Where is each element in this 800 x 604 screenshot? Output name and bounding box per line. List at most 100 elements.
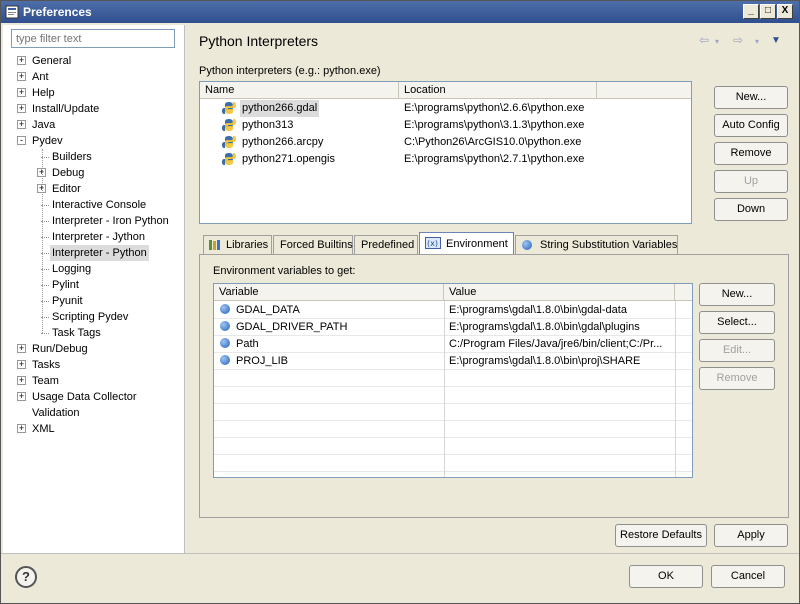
table-row[interactable]: python266.gdal E:\programs\python\2.6.6\p…: [200, 100, 691, 117]
ok-button[interactable]: OK: [629, 565, 703, 588]
tree-item[interactable]: + Tasks: [3, 357, 183, 373]
tab-predefined[interactable]: Predefined: [354, 235, 418, 254]
tree-item[interactable]: + Install/Update: [3, 101, 183, 117]
libraries-icon: [209, 240, 220, 250]
environment-tab-panel: Environment variables to get: Variable V…: [199, 254, 789, 518]
column-header-value[interactable]: Value: [444, 284, 675, 301]
table-row[interactable]: GDAL_DATA E:\programs\gdal\1.8.0\bin\gdal…: [214, 302, 692, 319]
tab-environment[interactable]: (x) Environment: [419, 232, 514, 254]
collapse-icon[interactable]: -: [17, 136, 26, 145]
help-icon[interactable]: ?: [15, 566, 37, 588]
down-button[interactable]: Down: [714, 198, 788, 221]
forward-icon[interactable]: ⇨: [733, 33, 743, 47]
tree-item[interactable]: - Pydev: [3, 133, 183, 149]
tree-item-label: Editor: [52, 183, 81, 195]
tab-predefined-label: Predefined: [361, 239, 415, 251]
tree-item[interactable]: + Help: [3, 85, 183, 101]
tree-item[interactable]: + Ant: [3, 69, 183, 85]
tree-item[interactable]: + XML: [3, 421, 183, 437]
interpreters-table: Name Location python266.gdal E:\programs\…: [199, 81, 692, 224]
expand-icon[interactable]: +: [17, 360, 26, 369]
table-row[interactable]: GDAL_DRIVER_PATH E:\programs\gdal\1.8.0\b…: [214, 319, 692, 336]
expand-icon[interactable]: +: [17, 392, 26, 401]
tree-item-label: Help: [32, 87, 55, 99]
env-variable-value: C:/Program Files/Java/jre6/bin/client;C:…: [449, 338, 663, 350]
column-header-variable[interactable]: Variable: [214, 284, 444, 301]
grid-line: [214, 471, 692, 472]
tree-item-label: Debug: [52, 167, 85, 179]
expand-icon[interactable]: +: [17, 56, 26, 65]
new-interpreter-button[interactable]: New...: [714, 86, 788, 109]
expand-icon[interactable]: +: [17, 344, 26, 353]
expand-icon[interactable]: +: [17, 104, 26, 113]
env-variable-value: E:\programs\gdal\1.8.0\bin\proj\SHARE: [449, 355, 641, 367]
tab-forced-builtins-label: Forced Builtins: [280, 239, 353, 251]
environment-table: Variable Value GDAL_DATA E:\programs\gdal…: [213, 283, 693, 478]
tree-item[interactable]: Pyunit: [3, 293, 183, 309]
expand-icon[interactable]: +: [17, 376, 26, 385]
expand-icon[interactable]: +: [17, 120, 26, 129]
close-button[interactable]: X: [777, 4, 793, 19]
tree-item[interactable]: Interactive Console: [3, 197, 183, 213]
column-header-name[interactable]: Name: [200, 82, 399, 99]
env-variable-value: E:\programs\gdal\1.8.0\bin\gdal-data: [449, 304, 627, 316]
back-icon[interactable]: ⇦: [699, 33, 709, 47]
tree-item[interactable]: + Java: [3, 117, 183, 133]
edit-env-var-button[interactable]: Edit...: [699, 339, 775, 362]
select-env-var-button[interactable]: Select...: [699, 311, 775, 334]
forward-menu-icon[interactable]: ▾: [755, 37, 759, 46]
tree-item[interactable]: + General: [3, 53, 183, 69]
restore-defaults-button[interactable]: Restore Defaults: [615, 524, 707, 547]
table-row[interactable]: python271.opengis E:\programs\python\2.7.…: [200, 151, 691, 168]
auto-config-button[interactable]: Auto Config: [714, 114, 788, 137]
minimize-button[interactable]: _: [743, 4, 759, 19]
up-button[interactable]: Up: [714, 170, 788, 193]
tree-item-label: Validation: [32, 407, 80, 419]
tree-item[interactable]: Logging: [3, 261, 183, 277]
remove-env-var-button[interactable]: Remove: [699, 367, 775, 390]
tree-item[interactable]: Validation: [3, 405, 183, 421]
expand-icon[interactable]: +: [17, 72, 26, 81]
column-header-filler: [597, 82, 691, 99]
tab-libraries[interactable]: Libraries: [203, 235, 272, 254]
tree-item[interactable]: Interpreter - Python: [3, 245, 183, 261]
tree-item[interactable]: + Debug: [3, 165, 183, 181]
tree-item[interactable]: + Usage Data Collector: [3, 389, 183, 405]
cancel-button[interactable]: Cancel: [711, 565, 785, 588]
tree-item[interactable]: Interpreter - Iron Python: [3, 213, 183, 229]
table-row[interactable]: PROJ_LIB E:\programs\gdal\1.8.0\bin\proj\…: [214, 353, 692, 370]
expand-icon[interactable]: +: [17, 88, 26, 97]
expand-icon[interactable]: +: [17, 424, 26, 433]
column-header-location[interactable]: Location: [399, 82, 597, 99]
new-env-var-button[interactable]: New...: [699, 283, 775, 306]
tree-item[interactable]: Interpreter - Jython: [3, 229, 183, 245]
tab-string-substitution-label: String Substitution Variables: [540, 239, 678, 251]
view-menu-icon[interactable]: ▼: [771, 35, 781, 46]
tab-libraries-label: Libraries: [226, 239, 269, 251]
grid-line: [214, 420, 692, 421]
tree-item[interactable]: + Team: [3, 373, 183, 389]
filter-input[interactable]: [11, 29, 175, 48]
variable-icon: [220, 321, 230, 331]
tab-forced-builtins[interactable]: Forced Builtins: [273, 235, 353, 254]
table-row[interactable]: python313 E:\programs\python\3.1.3\python…: [200, 117, 691, 134]
table-row[interactable]: Path C:/Program Files/Java/jre6/bin/clien…: [214, 336, 692, 353]
tree-item-label: Builders: [52, 151, 92, 163]
python-icon: [222, 102, 236, 114]
grid-line: [214, 386, 692, 387]
apply-button[interactable]: Apply: [714, 524, 788, 547]
remove-interpreter-button[interactable]: Remove: [714, 142, 788, 165]
tree-item[interactable]: Builders: [3, 149, 183, 165]
tree-item[interactable]: Scripting Pydev: [3, 309, 183, 325]
table-row[interactable]: python266.arcpy C:\Python26\ArcGIS10.0\py…: [200, 134, 691, 151]
tree-item[interactable]: Pylint: [3, 277, 183, 293]
tree-item-label: Run/Debug: [32, 343, 88, 355]
tab-string-substitution-variables[interactable]: String Substitution Variables: [515, 235, 678, 254]
tree-item[interactable]: + Editor: [3, 181, 183, 197]
tree-item-label: Tasks: [32, 359, 61, 371]
tree-item[interactable]: Task Tags: [3, 325, 183, 341]
interpreter-location: C:\Python26\ArcGIS10.0\python.exe: [404, 136, 582, 148]
tree-item[interactable]: + Run/Debug: [3, 341, 183, 357]
maximize-button[interactable]: □: [760, 4, 776, 19]
back-menu-icon[interactable]: ▾: [715, 37, 719, 46]
